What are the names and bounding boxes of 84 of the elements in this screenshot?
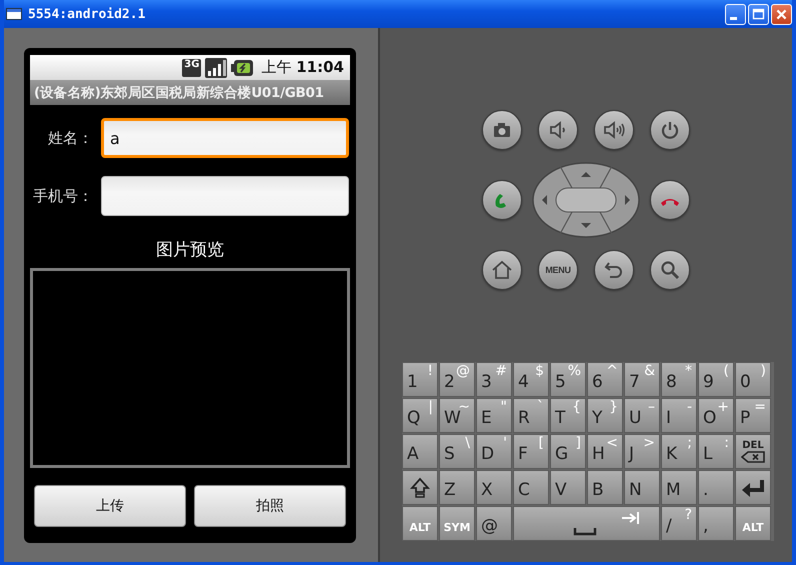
input-field[interactable]: a (101, 118, 349, 158)
keyboard-key[interactable]: F [ (513, 434, 549, 469)
keyboard-key[interactable]: U – (624, 398, 660, 433)
keyboard-key[interactable]: ALT (735, 506, 771, 541)
space-icon (572, 526, 596, 536)
power-button[interactable] (650, 110, 690, 150)
keyboard-key[interactable]: N (624, 470, 660, 505)
keyboard-key[interactable]: H< (587, 434, 623, 469)
window-icon (6, 8, 22, 20)
keyboard-key[interactable]: . (698, 470, 734, 505)
delete-key[interactable]: DEL (735, 434, 771, 469)
back-button[interactable] (594, 250, 634, 290)
keyboard-key[interactable]: 4 $ (513, 362, 549, 397)
keyboard-key[interactable]: K ; (661, 434, 697, 469)
keyboard-key[interactable]: R ` (513, 398, 549, 433)
tab-icon (620, 510, 640, 524)
keyboard-key[interactable]: P = (735, 398, 771, 433)
keyboard-key[interactable]: D ' (476, 434, 512, 469)
camera-button[interactable] (482, 110, 522, 150)
loud-speaker-icon (603, 119, 625, 141)
enter-key[interactable] (735, 470, 771, 505)
space-key[interactable] (513, 506, 660, 541)
input-field[interactable] (101, 176, 349, 216)
action-button[interactable]: 拍照 (194, 485, 346, 527)
keyboard-key[interactable]: B (587, 470, 623, 505)
home-icon (491, 259, 513, 281)
end-call-button[interactable] (650, 180, 690, 220)
keyboard-key[interactable]: E " (476, 398, 512, 433)
keyboard-key[interactable]: T { (550, 398, 586, 433)
keyboard-key[interactable]: / ? (661, 506, 697, 541)
minimize-icon (730, 16, 736, 20)
keyboard-key[interactable]: 1 ! (402, 362, 438, 397)
volume-down-button[interactable] (538, 110, 578, 150)
keyboard-key[interactable]: I - (661, 398, 697, 433)
keyboard-key[interactable]: 7 & (624, 362, 660, 397)
keyboard-key[interactable]: 5% (550, 362, 586, 397)
maximize-button[interactable] (748, 4, 769, 24)
dpad[interactable] (532, 162, 640, 238)
shift-key[interactable] (402, 470, 438, 505)
search-button[interactable] (650, 250, 690, 290)
keyboard-key[interactable]: Q | (402, 398, 438, 433)
keyboard-key[interactable]: S \ (439, 434, 475, 469)
keyboard-key[interactable]: G ] (550, 434, 586, 469)
keyboard-key[interactable]: 6 ^ (587, 362, 623, 397)
keyboard-key[interactable]: 3 # (476, 362, 512, 397)
keyboard-key[interactable]: L : (698, 434, 734, 469)
keyboard-key[interactable]: Z (439, 470, 475, 505)
preview-title: 图片预览 (155, 239, 225, 261)
field-label: 手机号： (32, 186, 93, 206)
keyboard-key[interactable]: @ (476, 506, 512, 541)
window-title: 5554:android2.1 (28, 6, 146, 22)
keyboard-key[interactable]: , (698, 506, 734, 541)
keyboard-key[interactable]: W~ (439, 398, 475, 433)
keyboard-key[interactable]: J > (624, 434, 660, 469)
keyboard-key[interactable]: 9 ( (698, 362, 734, 397)
minimize-button[interactable] (725, 4, 746, 24)
shift-icon (410, 476, 430, 498)
clock: 上午 11:04 (261, 58, 344, 77)
app-title: (设备名称)东郊局区国税局新综合楼U01/GB01 (34, 84, 324, 102)
call-button[interactable] (482, 180, 522, 220)
keyboard-key[interactable]: 8 * (661, 362, 697, 397)
keyboard-key[interactable]: A (402, 434, 438, 469)
backspace-icon (741, 450, 765, 462)
keyboard-key[interactable]: 2@ (439, 362, 475, 397)
keyboard-key[interactable]: O+ (698, 398, 734, 433)
enter-icon (740, 478, 766, 498)
power-icon (659, 119, 681, 141)
volume-up-button[interactable] (594, 110, 634, 150)
home-button[interactable] (482, 250, 522, 290)
battery-icon (231, 58, 254, 76)
search-icon (659, 259, 681, 281)
keyboard-key[interactable]: C (513, 470, 549, 505)
keyboard-key[interactable]: X (476, 470, 512, 505)
keyboard-key[interactable]: Y } (587, 398, 623, 433)
field-label: 姓名： (47, 128, 93, 148)
close-button[interactable] (771, 4, 792, 24)
keyboard-key[interactable]: M (661, 470, 697, 505)
keyboard-key[interactable]: V (550, 470, 586, 505)
keyboard-key[interactable]: 0 ) (735, 362, 771, 397)
signal-icon (205, 58, 228, 78)
network-icon: 3G (182, 58, 202, 76)
action-button[interactable]: 上传 (34, 485, 186, 527)
menu-button[interactable]: MENU (538, 250, 578, 290)
keyboard-key[interactable]: ALT (402, 506, 438, 541)
